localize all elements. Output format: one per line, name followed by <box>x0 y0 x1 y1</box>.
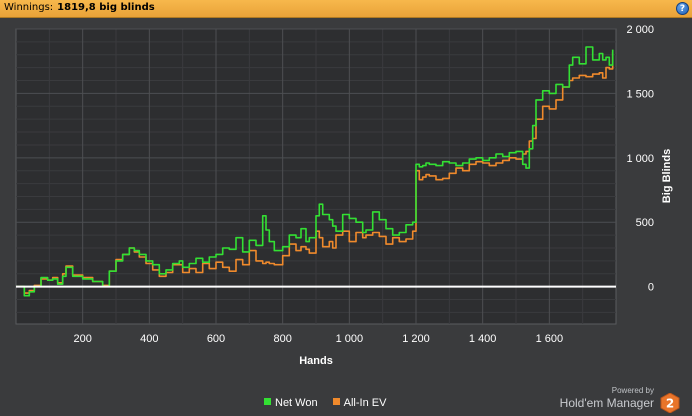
y-tick-labels: 0 500 1 000 1 500 2 000 <box>626 24 654 294</box>
legend-swatch-all-in-ev <box>332 398 340 405</box>
y-axis-title: Big Blinds <box>661 149 673 203</box>
x-tick-label: 1 600 <box>536 333 564 345</box>
x-tick-label: 800 <box>273 333 291 345</box>
x-tick-label: 400 <box>140 333 158 345</box>
y-tick-label: 500 <box>636 217 654 229</box>
y-tick-label: 1 000 <box>626 153 654 165</box>
x-tick-label: 1 400 <box>469 333 497 345</box>
chart-legend: Net Won All-In EV <box>264 397 398 409</box>
x-tick-labels: 200 400 600 800 1 000 1 200 1 400 1 600 <box>73 333 563 345</box>
y-tick-label: 0 <box>648 282 654 294</box>
legend-item-net-won[interactable]: Net Won <box>264 397 318 409</box>
legend-label-all-in-ev: All-In EV <box>343 397 387 409</box>
x-axis-title: Hands <box>299 355 333 367</box>
powered-by-text: Powered by <box>611 386 654 395</box>
legend-swatch-net-won <box>264 398 271 405</box>
legend-label-net-won: Net Won <box>275 397 318 409</box>
x-tick-label: 200 <box>73 333 91 345</box>
y-tick-label: 2 000 <box>626 24 654 36</box>
x-tick-label: 1 000 <box>336 333 364 345</box>
x-tick-label: 1 200 <box>402 333 430 345</box>
graph-chart: 200 400 600 800 1 000 1 200 1 400 1 600 0 500 1 0… <box>15 24 673 367</box>
logo-number: 2 <box>666 397 674 411</box>
x-tick-label: 600 <box>207 333 225 345</box>
legend-item-all-in-ev[interactable]: All-In EV <box>332 397 387 409</box>
hem-logo-icon: 2 <box>660 393 680 413</box>
brand-name: Hold'em Manager <box>559 396 654 410</box>
y-tick-label: 1 500 <box>626 88 654 100</box>
